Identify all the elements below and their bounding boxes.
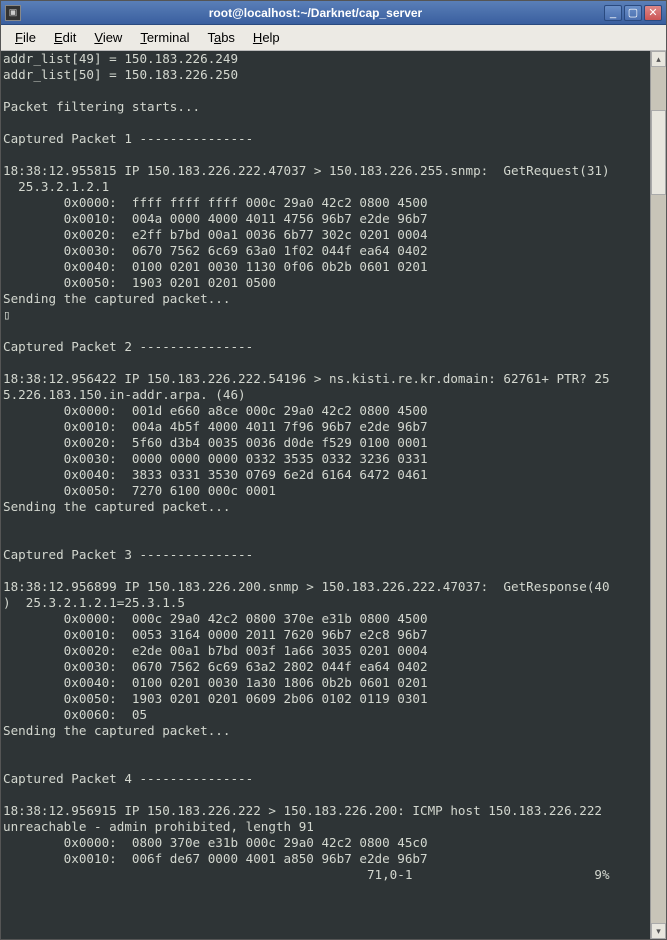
maximize-button[interactable]: ▢ <box>624 5 642 21</box>
menu-tabs-rest: bs <box>221 30 235 45</box>
scroll-down-button[interactable]: ▾ <box>651 923 666 939</box>
status-line: 71,0-1 9% <box>3 867 648 883</box>
menu-file-rest: ile <box>23 30 36 45</box>
menu-edit[interactable]: Edit <box>46 27 84 48</box>
scrollbar[interactable]: ▴ ▾ <box>650 51 666 939</box>
app-window: ▣ root@localhost:~/Darknet/cap_server _ … <box>0 0 667 940</box>
app-icon: ▣ <box>5 5 21 21</box>
menu-tabs[interactable]: Tabs <box>199 27 242 48</box>
menu-view-rest: iew <box>103 30 123 45</box>
menu-edit-rest: dit <box>63 30 77 45</box>
menu-terminal[interactable]: Terminal <box>132 27 197 48</box>
terminal-container: addr_list[49] = 150.183.226.249 addr_lis… <box>1 51 666 939</box>
window-title: root@localhost:~/Darknet/cap_server <box>27 6 604 20</box>
menu-view[interactable]: View <box>86 27 130 48</box>
scroll-up-button[interactable]: ▴ <box>651 51 666 67</box>
scroll-thumb[interactable] <box>651 110 666 196</box>
titlebar[interactable]: ▣ root@localhost:~/Darknet/cap_server _ … <box>1 1 666 25</box>
scroll-track[interactable] <box>651 67 666 923</box>
menu-help-rest: elp <box>262 30 279 45</box>
menu-help[interactable]: Help <box>245 27 288 48</box>
menu-terminal-rest: erminal <box>147 30 190 45</box>
close-button[interactable]: ✕ <box>644 5 662 21</box>
menubar: File Edit View Terminal Tabs Help <box>1 25 666 51</box>
minimize-button[interactable]: _ <box>604 5 622 21</box>
menu-file[interactable]: File <box>7 27 44 48</box>
terminal-output[interactable]: addr_list[49] = 150.183.226.249 addr_lis… <box>1 51 650 939</box>
window-controls: _ ▢ ✕ <box>604 5 662 21</box>
